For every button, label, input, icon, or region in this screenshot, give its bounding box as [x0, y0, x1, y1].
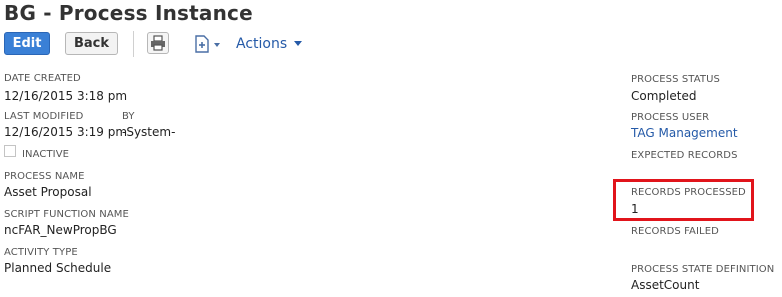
process-name-label: PROCESS NAME [4, 171, 85, 182]
process-state-definition-label: PROCESS STATE DEFINITION [631, 264, 775, 275]
inactive-checkbox[interactable] [4, 145, 16, 157]
inactive-label: INACTIVE [22, 149, 70, 160]
printer-icon[interactable] [147, 32, 169, 54]
page-title: BG - Process Instance [4, 1, 253, 25]
process-user-label: PROCESS USER [631, 112, 710, 123]
date-created-label: DATE CREATED [4, 73, 81, 84]
records-processed-value: 1 [631, 202, 639, 216]
by-value: -System- [122, 125, 176, 139]
last-modified-label: LAST MODIFIED [4, 111, 84, 122]
process-status-value: Completed [631, 89, 697, 103]
process-status-label: PROCESS STATUS [631, 74, 720, 85]
activity-type-label: ACTIVITY TYPE [4, 247, 78, 258]
records-failed-label: RECORDS FAILED [631, 226, 719, 237]
by-label: BY [122, 111, 135, 122]
activity-type-value: Planned Schedule [4, 261, 112, 275]
back-button[interactable]: Back [65, 32, 118, 55]
expected-records-label: EXPECTED RECORDS [631, 150, 738, 161]
process-name-value: Asset Proposal [4, 185, 92, 199]
new-record-icon[interactable] [192, 34, 222, 54]
chevron-down-icon [293, 41, 302, 46]
toolbar-divider [133, 31, 134, 57]
process-state-definition-value: AssetCount [631, 278, 700, 292]
script-function-name-value: ncFAR_NewPropBG [4, 223, 117, 237]
script-function-name-label: SCRIPT FUNCTION NAME [4, 209, 129, 220]
edit-button[interactable]: Edit [4, 32, 50, 55]
date-created-value: 12/16/2015 3:18 pm [4, 89, 128, 103]
actions-menu[interactable]: Actions [236, 36, 302, 52]
actions-label: Actions [236, 36, 288, 52]
process-user-link[interactable]: TAG Management [631, 126, 738, 140]
records-processed-label: RECORDS PROCESSED [631, 187, 746, 198]
last-modified-value: 12/16/2015 3:19 pm [4, 125, 128, 139]
